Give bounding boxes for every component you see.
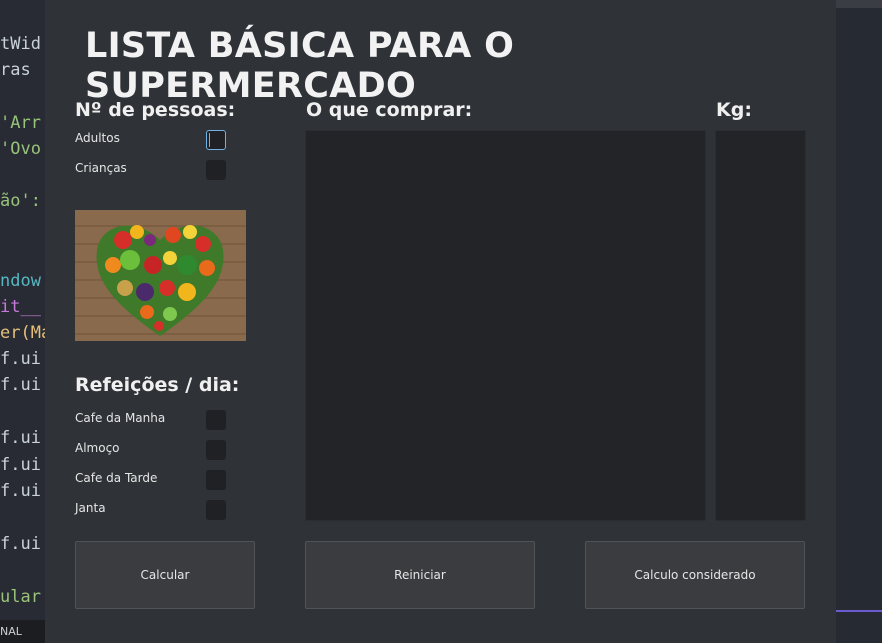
people-heading: Nº de pessoas: [75, 99, 236, 121]
children-label: Crianças [75, 161, 127, 175]
shopping-list-heading: O que comprar: [306, 99, 473, 121]
lunch-checkbox[interactable] [206, 440, 226, 460]
afternoon-snack-checkbox[interactable] [206, 470, 226, 490]
background-divider [836, 610, 882, 612]
calculate-button[interactable]: Calcular [75, 541, 255, 609]
status-text: NAL [0, 625, 22, 638]
editor-status-bar: NAL [0, 620, 45, 643]
shopping-list-box[interactable] [305, 130, 706, 521]
background-panel [836, 0, 882, 643]
code-line: ão': [0, 191, 41, 211]
code-line: ular [0, 587, 41, 607]
adults-label: Adultos [75, 131, 120, 145]
lunch-label: Almoço [75, 441, 120, 455]
vegetables-heart-image [75, 210, 246, 341]
code-line: 'Arr [0, 113, 41, 133]
breakfast-label: Cafe da Manha [75, 411, 166, 425]
code-line: ndow [0, 271, 41, 291]
calculation-considered-button[interactable]: Calculo considerado [585, 541, 805, 609]
breakfast-checkbox[interactable] [206, 410, 226, 430]
dinner-checkbox[interactable] [206, 500, 226, 520]
page-title: LISTA BÁSICA PARA O SUPERMERCADO [85, 26, 515, 106]
code-line: f.ui. [0, 455, 45, 475]
code-line: tWid [0, 34, 41, 54]
kg-list-box[interactable] [715, 130, 806, 521]
dinner-label: Janta [75, 501, 106, 515]
meals-heading: Refeições / dia: [75, 374, 240, 396]
background-panel-header [836, 0, 882, 8]
kg-heading: Kg: [716, 99, 752, 121]
code-line: f.ui [0, 349, 41, 369]
code-line: ras [0, 60, 31, 80]
code-line: f.ui. [0, 375, 45, 395]
code-line: er(Ma [0, 323, 45, 343]
code-line: f.ui. [0, 534, 45, 554]
adults-checkbox[interactable] [206, 130, 226, 150]
children-checkbox[interactable] [206, 160, 226, 180]
code-line: 'Ovo [0, 139, 41, 159]
background-code-editor: tWid ras 'Arr 'Ovo ão': ndow it__ er(Ma … [0, 0, 45, 643]
afternoon-snack-label: Cafe da Tarde [75, 471, 158, 485]
main-window: LISTA BÁSICA PARA O SUPERMERCADO Nº de p… [45, 0, 836, 643]
reset-button[interactable]: Reiniciar [305, 541, 535, 609]
code-line: it__ [0, 297, 41, 317]
code-line: f.ui. [0, 428, 45, 448]
code-line: f.ui. [0, 481, 45, 501]
